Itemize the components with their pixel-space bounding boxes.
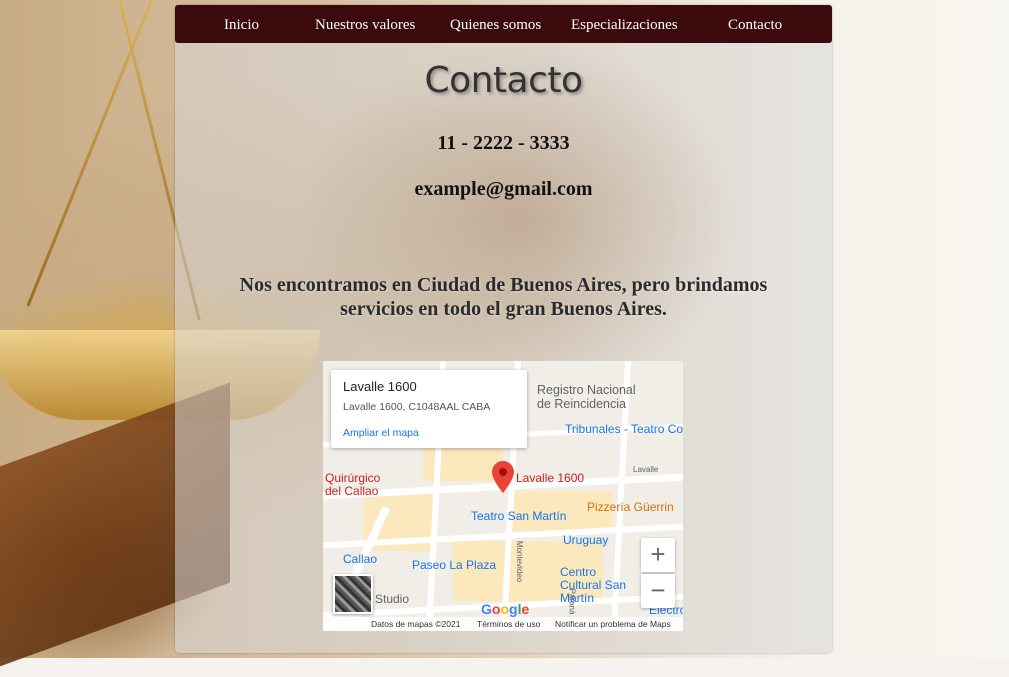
page-title: Contacto [424, 60, 583, 101]
map-data-attribution: Datos de mapas ©2021 [371, 619, 461, 629]
poi-registro[interactable]: Registro Nacional de Reincidencia [537, 383, 637, 411]
poi-pizzeria[interactable]: Pizzería Güerrin [587, 500, 674, 514]
poi-uruguay[interactable]: Uruguay [563, 533, 608, 547]
info-title: Lavalle 1600 [343, 379, 417, 394]
nav-item-inicio[interactable]: Inicio [224, 5, 259, 43]
google-logo: Google [481, 601, 530, 617]
street-parana: Paraná [567, 588, 577, 615]
poi-paseo-la-plaza[interactable]: Paseo La Plaza [412, 558, 496, 572]
poi-teatro-san-martin[interactable]: Teatro San Martín [471, 509, 566, 523]
google-map[interactable]: Registro Nacional de Reincidencia Tribun… [323, 361, 683, 631]
nav-item-contacto[interactable]: Contacto [728, 5, 782, 43]
map-report-link[interactable]: Notificar un problema de Maps [555, 619, 671, 629]
poi-quirurgico[interactable]: Quirúrgico del Callao [325, 472, 385, 498]
enlarge-map-link[interactable]: Ampliar el mapa [343, 427, 419, 439]
phone-number: 11 - 2222 - 3333 [437, 132, 570, 154]
pin-label: Lavalle 1600 [516, 471, 585, 485]
info-address: Lavalle 1600, C1048AAL CABA [343, 401, 491, 413]
map-pin-icon[interactable] [492, 461, 514, 493]
street-lavalle: Lavalle [633, 465, 659, 474]
zoom-out-button[interactable]: − [641, 574, 675, 608]
satellite-view-thumbnail[interactable] [333, 574, 373, 614]
zoom-in-button[interactable]: + [641, 538, 675, 572]
scale-chain [26, 0, 153, 307]
navbar: Inicio Nuestros valores Quienes somos Es… [175, 5, 832, 43]
street-montevideo: Montevideo [515, 540, 525, 583]
nav-item-quienes-somos[interactable]: Quienes somos [450, 5, 541, 43]
location-description: Nos encontramos en Ciudad de Buenos Aire… [239, 274, 768, 320]
map-terms-link[interactable]: Términos de uso [477, 619, 540, 629]
poi-studio[interactable]: Studio [375, 592, 409, 606]
map-info-card: Lavalle 1600 Lavalle 1600, C1048AAL CABA… [331, 370, 527, 448]
nav-item-nuestros-valores[interactable]: Nuestros valores [315, 5, 415, 43]
poi-callao[interactable]: Callao [343, 552, 377, 566]
email-address: example@gmail.com [414, 178, 593, 200]
nav-item-especializaciones[interactable]: Especializaciones [571, 5, 678, 43]
poi-tribunales[interactable]: Tribunales - Teatro Co [565, 422, 683, 436]
map-footer: Datos de mapas ©2021 Términos de uso Not… [323, 617, 683, 631]
